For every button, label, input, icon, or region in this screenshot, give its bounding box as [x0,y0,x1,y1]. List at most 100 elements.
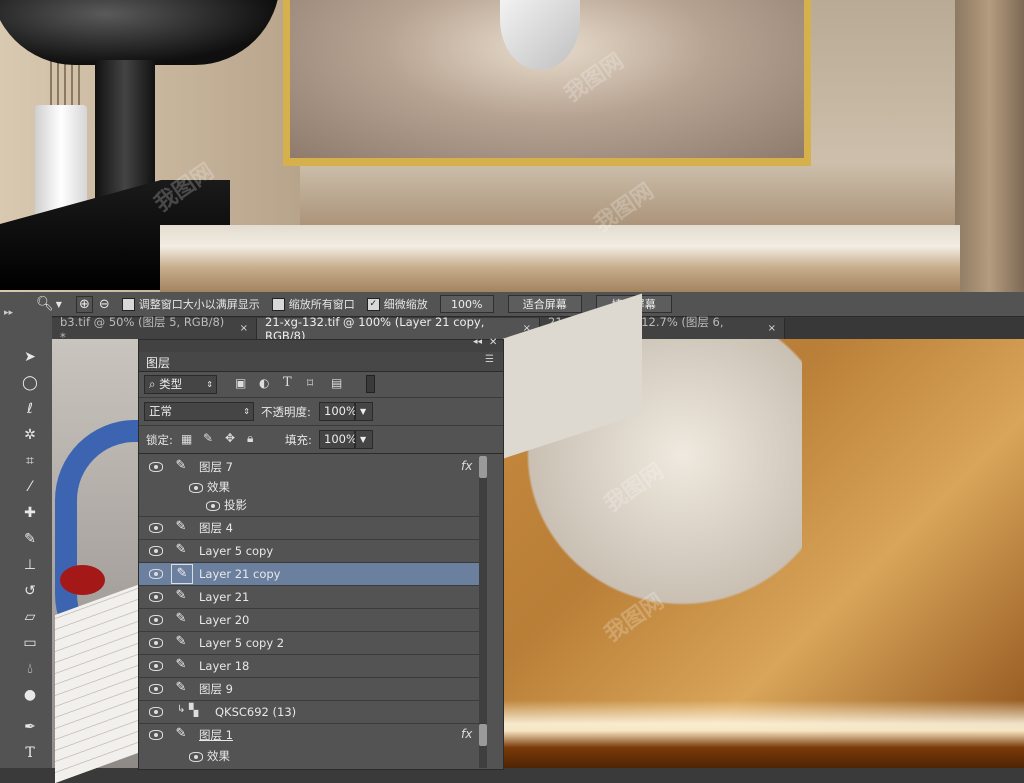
layer-row[interactable]: ✎ Layer 18 [139,655,487,678]
eye-icon[interactable] [189,752,203,762]
marquee-tool-icon[interactable]: ◯ [18,372,42,394]
zoom-tool-icon[interactable]: 🔍︎ [36,296,54,312]
eye-icon[interactable] [149,546,163,556]
brush-tool-icon[interactable]: ✎ [18,528,42,550]
fx-icon[interactable]: fx [461,727,472,741]
lock-transparent-icon[interactable]: ▦ [181,432,192,446]
collapse-icon[interactable]: ◂◂ [473,337,482,347]
history-brush-icon[interactable]: ↺ [18,580,42,602]
filter-label: 类型 [159,377,183,391]
close-icon[interactable]: × [240,323,248,334]
layer-name: Layer 5 copy 2 [199,636,285,650]
layer-name: 图层 1 [199,728,233,742]
smart-object-filter-icon[interactable]: ▤ [331,376,342,390]
brush-icon: ✎ [175,657,187,672]
opacity-dropdown[interactable]: ▼ [355,402,373,421]
eraser-tool-icon[interactable]: ▱ [18,606,42,628]
clone-stamp-icon[interactable]: ⊥ [18,554,42,576]
brush-icon: ✎ [171,564,193,584]
zoom-out-icon[interactable]: ⊖ [99,297,110,312]
zoom-in-icon[interactable]: ⊕ [75,295,93,313]
canvas-red-shape [60,565,105,595]
blur-tool-icon[interactable]: 💧︎ [18,658,42,680]
layers-scrollbar-track-2[interactable] [479,724,487,768]
brush-icon: ✎ [175,611,187,626]
lock-pixels-icon[interactable]: ✎ [203,431,213,445]
layer-row-selected[interactable]: ✎ Layer 21 copy [139,563,487,586]
eye-icon[interactable] [149,661,163,671]
shape-filter-icon[interactable]: ⌑ [307,376,313,390]
layer-name: Layer 21 copy [199,567,281,581]
layers-panel-title[interactable]: 图层 [146,354,170,371]
fx-icon[interactable]: fx [461,459,472,473]
close-icon[interactable]: ✕ [489,337,497,348]
brush-icon: ✎ [175,458,187,473]
eye-icon[interactable] [189,483,203,493]
pen-tool-icon[interactable]: ✒ [18,716,42,738]
photo-floor [160,225,960,296]
panel-collapse-icon[interactable]: ▸▸ [4,308,13,318]
eye-icon[interactable] [149,462,163,472]
eye-icon[interactable] [149,569,163,579]
layer-row[interactable]: ✎ Layer 21 [139,586,487,609]
eye-icon[interactable] [149,638,163,648]
adjustment-filter-icon[interactable]: ◐ [259,376,269,390]
fit-screen-button[interactable]: 适合屏幕 [507,295,582,313]
layer-row[interactable]: ✎ Layer 5 copy [139,540,487,563]
type-filter-icon[interactable]: T [283,375,292,390]
eye-icon[interactable] [149,707,163,717]
layer-name: Layer 20 [199,613,250,627]
crop-tool-icon[interactable]: ⌗ [18,450,42,472]
filter-toggle[interactable] [366,375,375,393]
resize-windows-label: 调整窗口大小以满屏显示 [138,298,260,311]
lock-position-icon[interactable]: ✥ [225,431,235,445]
eye-icon[interactable] [206,501,220,511]
scrollbar-thumb[interactable] [479,456,487,478]
tab-b3[interactable]: b3.tif @ 50% (图层 5, RGB/8) * × [52,315,257,344]
layer-row[interactable]: ✎ 图层 4 [139,517,487,540]
opacity-input[interactable]: 100% [319,402,357,421]
layer-row[interactable]: ✎ 图层 1 fx 效果 [139,724,487,768]
resize-windows-checkbox[interactable] [121,297,135,311]
layer-filter-select[interactable]: ⌕ 类型 ⇕ [144,375,217,394]
brush-icon: ✎ [175,588,187,603]
layer-row[interactable]: ✎ 图层 7 fx 效果 投影 [139,456,487,517]
eyedropper-icon[interactable]: ⁄ [18,476,42,498]
layer-row[interactable]: ↳ ▚ QKSC692 (13) [139,701,487,724]
layer-row[interactable]: ✎ 图层 9 [139,678,487,701]
eye-icon[interactable] [149,592,163,602]
scrubby-zoom-checkbox[interactable]: ✓ [366,297,380,311]
layer-row[interactable]: ✎ Layer 5 copy 2 [139,632,487,655]
lasso-tool-icon[interactable]: ℓ [18,398,42,420]
layers-scrollbar-track[interactable] [479,456,487,723]
divider [139,425,503,426]
eye-icon[interactable] [149,730,163,740]
type-tool-icon[interactable]: T [18,742,42,764]
chevron-down-icon[interactable]: ▼ [56,300,62,309]
lock-all-icon[interactable]: 🔒︎ [247,431,253,446]
zoom-100-button[interactable]: 100% [439,295,494,313]
blend-mode-select[interactable]: 正常 ⇕ [144,402,254,421]
close-icon[interactable]: × [768,323,776,334]
gradient-tool-icon[interactable]: ▭ [18,632,42,654]
eye-icon[interactable] [149,615,163,625]
tab-21-xg-132[interactable]: 21-xg-132.tif @ 100% (Layer 21 copy, RGB… [257,315,540,343]
divider [139,397,503,398]
scrollbar-thumb[interactable] [479,724,487,746]
layer-name: Layer 5 copy [199,544,274,558]
panel-menu-icon[interactable]: ☰ [485,354,494,365]
fill-input[interactable]: 100% [319,430,357,449]
layer-name: 图层 9 [199,682,233,696]
magic-wand-icon[interactable]: ✲ [18,424,42,446]
eye-icon[interactable] [149,684,163,694]
move-tool-icon[interactable]: ➤ [18,346,42,368]
layer-row[interactable]: ✎ Layer 20 [139,609,487,632]
fill-dropdown[interactable]: ▼ [355,430,373,449]
scrubby-zoom-label: 细微缩放 [383,298,428,311]
zoom-all-windows-checkbox[interactable] [271,297,285,311]
eye-icon[interactable] [149,523,163,533]
dodge-tool-icon[interactable]: ● [18,684,42,706]
canvas-light-glow [502,700,1024,768]
pixel-filter-icon[interactable]: ▣ [235,376,246,390]
healing-brush-icon[interactable]: ✚ [18,502,42,524]
